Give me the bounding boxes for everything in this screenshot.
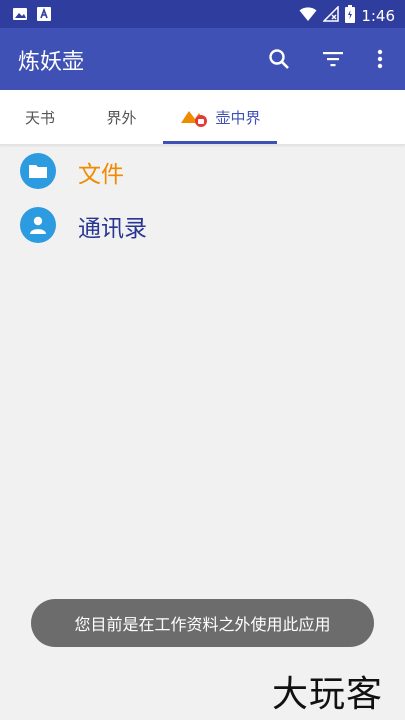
more-vert-icon [377,49,383,69]
tab-jiewai[interactable]: 界外 [80,90,163,144]
gallery-icon [12,6,28,22]
filter-button[interactable] [319,45,347,73]
font-a-icon [36,6,52,22]
tab-label: 界外 [106,108,137,127]
app-bar: 炼妖壶 [0,28,405,90]
tab-label: 壶中界 [215,108,261,127]
app-title: 炼妖壶 [18,50,85,75]
search-icon [269,49,289,69]
no-signal-icon [322,5,340,26]
battery-icon [345,5,356,27]
toast-message: 您目前是在工作资料之外使用此应用 [31,599,374,647]
more-options-button[interactable] [366,45,394,73]
gourd-badge-icon [181,111,208,127]
list-item-files[interactable]: 文件 [0,145,405,197]
list-item-label: 通讯录 [78,216,147,242]
watermark-logo: 大玩客 [272,674,384,715]
list-item-label: 文件 [78,162,124,188]
search-button[interactable] [265,45,293,73]
tab-huzhongjie[interactable]: 壶中界 [163,90,277,144]
folder-icon [29,165,47,178]
status-bar: 1:46 [0,0,405,28]
filter-icon [323,52,343,67]
person-icon [30,216,46,234]
list-item-contacts[interactable]: 通讯录 [0,199,405,251]
tab-label: 天书 [24,108,55,127]
active-tab-indicator [163,141,277,144]
status-time: 1:46 [361,7,395,25]
wifi-icon [299,6,317,26]
tab-bar: 天书 界外 壶中界 [0,90,405,145]
toast-text: 您目前是在工作资料之外使用此应用 [74,615,331,634]
tab-tianshu[interactable]: 天书 [0,90,80,144]
